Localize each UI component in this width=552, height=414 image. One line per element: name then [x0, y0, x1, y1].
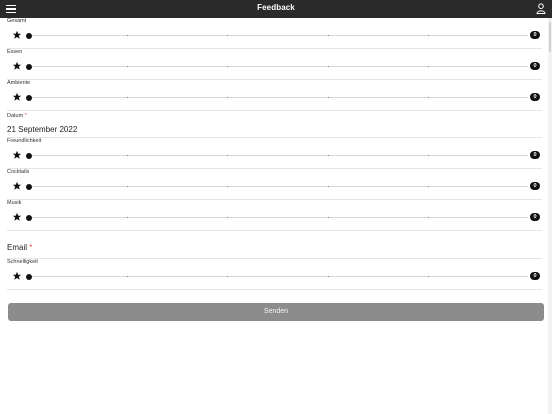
- rating-slider[interactable]: [26, 32, 528, 39]
- star-icon: [12, 181, 22, 190]
- star-icon: [12, 30, 22, 39]
- slider-handle[interactable]: [26, 273, 32, 280]
- rating-value-badge: 0: [530, 31, 540, 39]
- email-label-text: Email: [7, 243, 28, 252]
- rating-field-essen: Essen 0: [7, 49, 542, 80]
- rating-field-musik: Musik 0: [7, 200, 542, 231]
- slider-handle[interactable]: [26, 152, 32, 159]
- field-label: Freundlichkeit: [7, 138, 42, 144]
- rating-slider[interactable]: [26, 183, 528, 190]
- rating-slider[interactable]: [26, 273, 528, 280]
- email-field[interactable]: Email *: [7, 231, 542, 259]
- rating-field-schnelligkeit: Schnelligkeit 0: [7, 259, 542, 290]
- rating-slider[interactable]: [26, 214, 528, 221]
- top-bar: Feedback: [0, 0, 552, 18]
- field-label-text: Datum: [7, 113, 24, 119]
- rating-value-badge: 0: [530, 93, 540, 101]
- rating-field-gesamt: Gesamt 0: [7, 18, 542, 49]
- rating-slider[interactable]: [26, 152, 528, 159]
- rating-slider[interactable]: [26, 63, 528, 70]
- star-icon: [12, 61, 22, 70]
- field-label: Cocktails: [7, 169, 30, 175]
- rating-value-badge: 0: [530, 213, 540, 221]
- field-label: Schnelligkeit: [7, 259, 38, 265]
- slider-handle[interactable]: [26, 214, 32, 221]
- rating-field-cocktails: Cocktails 0: [7, 169, 542, 200]
- field-label: Essen: [7, 49, 23, 55]
- slider-handle[interactable]: [26, 63, 32, 70]
- field-label: Datum *: [7, 113, 27, 119]
- star-icon: [12, 212, 22, 221]
- star-icon: [12, 150, 22, 159]
- submit-button[interactable]: Senden: [8, 303, 544, 321]
- rating-field-ambiente: Ambiente 0: [7, 80, 542, 111]
- rating-field-freundlichkeit: Freundlichkeit 0: [7, 138, 542, 169]
- email-label: Email *: [7, 243, 32, 252]
- date-field[interactable]: Datum * 21 September 2022: [7, 111, 542, 138]
- slider-handle[interactable]: [26, 32, 32, 39]
- rating-value-badge: 0: [530, 272, 540, 280]
- star-icon: [12, 92, 22, 101]
- slider-handle[interactable]: [26, 183, 32, 190]
- rating-value-badge: 0: [530, 182, 540, 190]
- required-marker: *: [24, 113, 27, 119]
- required-marker: *: [29, 243, 33, 252]
- scrollbar-thumb[interactable]: [549, 22, 551, 52]
- user-icon[interactable]: [536, 3, 546, 14]
- rating-value-badge: 0: [530, 151, 540, 159]
- field-label: Gesamt: [7, 18, 27, 24]
- page-title: Feedback: [257, 3, 295, 12]
- rating-slider[interactable]: [26, 94, 528, 101]
- date-value[interactable]: 21 September 2022: [7, 125, 77, 134]
- star-icon: [12, 271, 22, 280]
- field-label: Ambiente: [7, 80, 31, 86]
- field-label: Musik: [7, 200, 22, 206]
- rating-value-badge: 0: [530, 62, 540, 70]
- feedback-form: Gesamt 0 Essen 0 Ambiente 0 Datum * 21 S…: [0, 18, 548, 290]
- scrollbar[interactable]: [548, 18, 552, 414]
- slider-handle[interactable]: [26, 94, 32, 101]
